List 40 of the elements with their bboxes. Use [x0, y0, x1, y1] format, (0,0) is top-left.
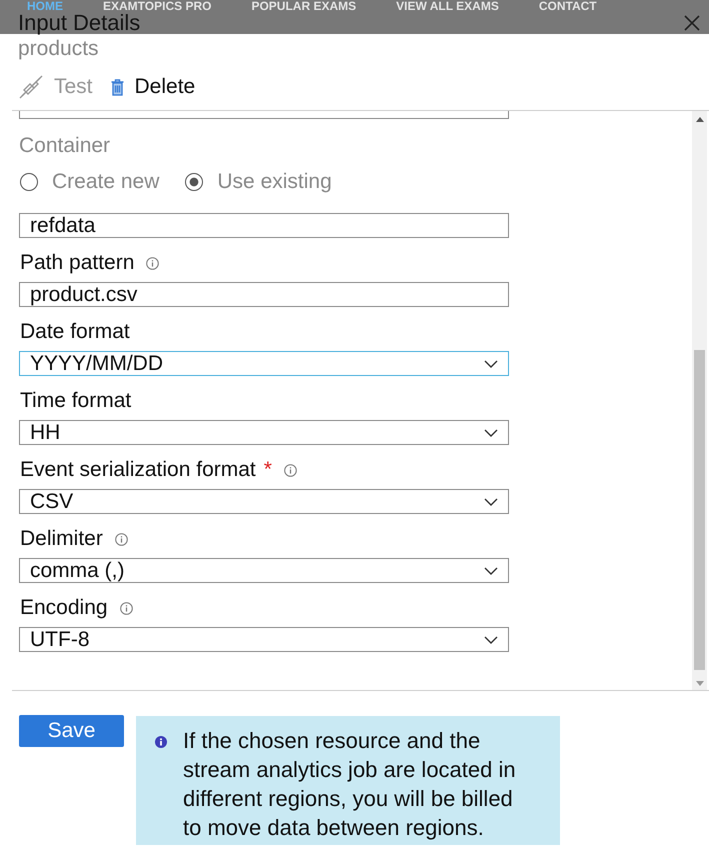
- close-button[interactable]: [684, 15, 700, 31]
- field-label: Time format: [20, 388, 132, 414]
- field-label: Container: [19, 133, 110, 159]
- trash-icon: [110, 78, 124, 96]
- info-icon: [155, 736, 167, 748]
- plug-icon: [19, 75, 43, 99]
- scroll-up-icon[interactable]: [696, 117, 704, 122]
- text-field[interactable]: product.csv: [19, 282, 509, 307]
- dropdown[interactable]: UTF-8: [19, 627, 509, 652]
- dropdown[interactable]: CSV: [19, 489, 509, 514]
- chevron-down-icon: [484, 566, 498, 574]
- radio-label: Use existing: [217, 169, 332, 195]
- info-icon[interactable]: [284, 464, 297, 476]
- close-icon: [684, 15, 700, 31]
- delete-button[interactable]: Delete: [110, 74, 196, 100]
- scroll-down-icon[interactable]: [696, 681, 704, 686]
- field-label: Delimiter: [20, 526, 103, 552]
- field-label: Path pattern: [20, 250, 134, 276]
- dropdown[interactable]: YYYY/MM/DD: [19, 351, 509, 376]
- dropdown[interactable]: comma (,): [19, 558, 509, 583]
- field-label: Date format: [20, 319, 130, 345]
- chevron-down-icon: [484, 360, 498, 368]
- scrollbar[interactable]: [692, 111, 707, 690]
- panel-subtitle: products: [17, 36, 99, 62]
- info-icon[interactable]: [146, 256, 160, 270]
- required-mark: *: [264, 457, 272, 483]
- scrollbar-thumb[interactable]: [694, 350, 705, 670]
- panel-title: Input Details: [18, 12, 140, 34]
- field-label: Encoding: [20, 595, 108, 621]
- info-icon[interactable]: [114, 532, 128, 546]
- chevron-down-icon: [484, 498, 498, 506]
- field-label: Event serialization format: [20, 457, 256, 483]
- dropdown[interactable]: HH: [19, 420, 509, 445]
- chevron-down-icon: [484, 428, 498, 436]
- info-icon[interactable]: [120, 602, 133, 614]
- input-field[interactable]: [19, 111, 509, 119]
- notice-text: If the chosen resource and the stream analytics job are located in different regions, you will be billed to move data between regions.: [183, 727, 517, 842]
- save-button[interactable]: Save: [19, 715, 124, 747]
- radio-label: Create new: [52, 169, 160, 195]
- chevron-down-icon: [484, 636, 498, 644]
